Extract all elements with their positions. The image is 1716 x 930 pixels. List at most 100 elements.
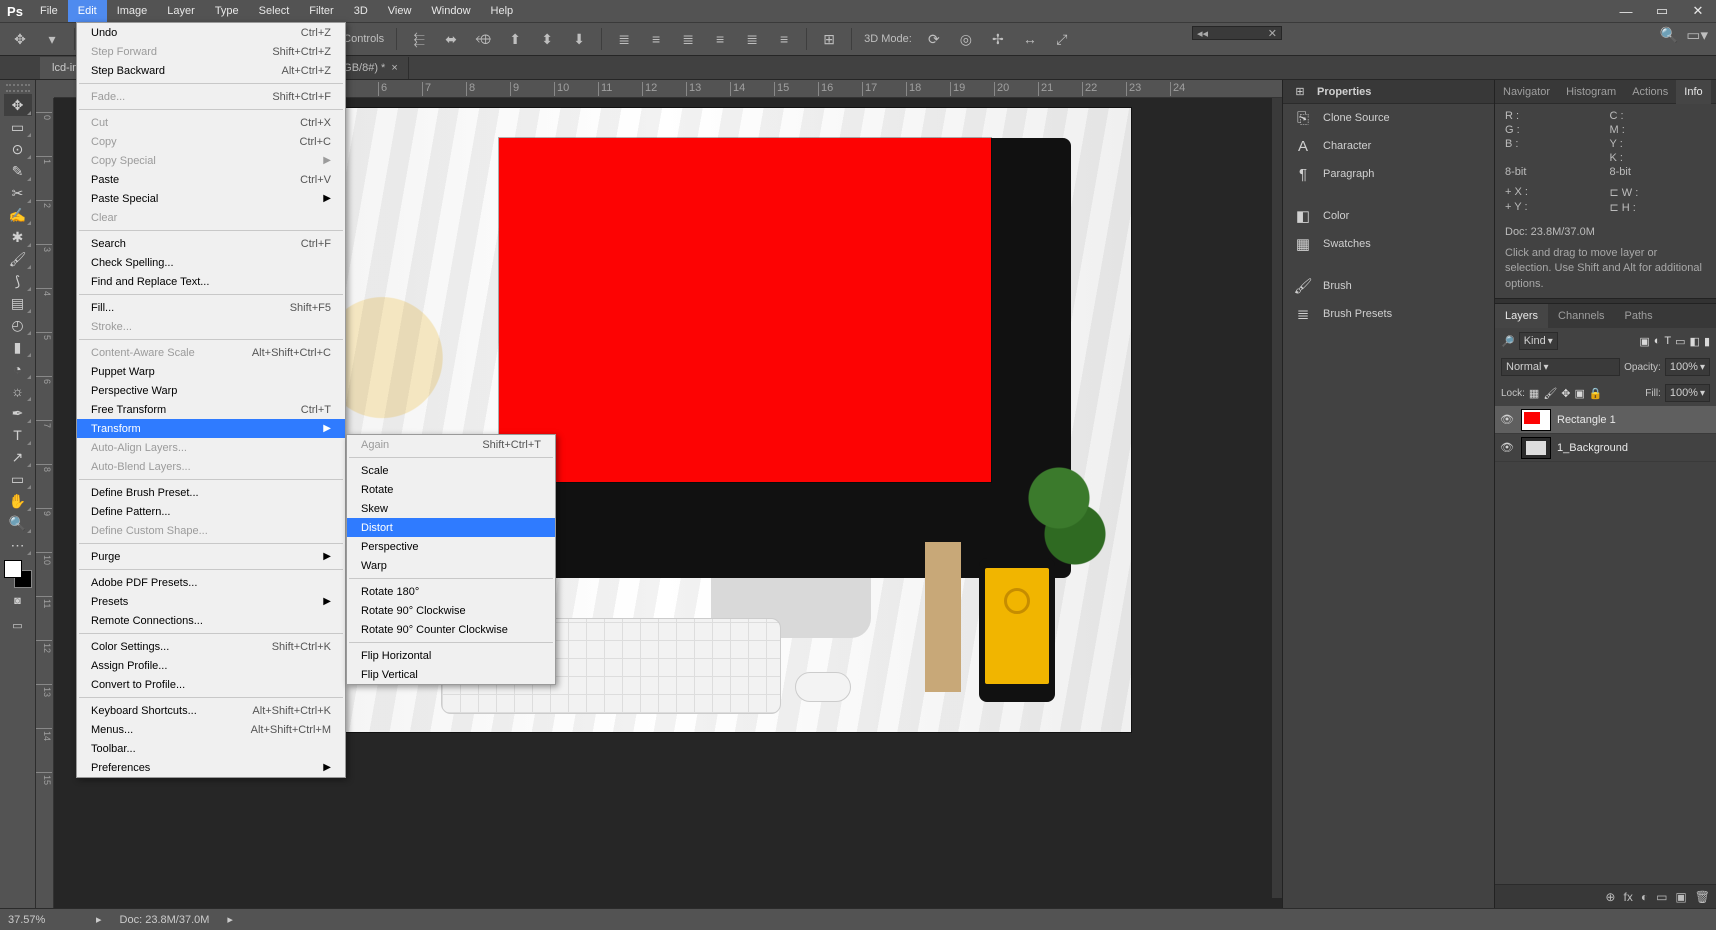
layer-footer-button[interactable]: 🗑 — [1695, 890, 1710, 904]
lock-transparency-icon[interactable]: ▦ — [1529, 387, 1539, 400]
screen-mode-icon[interactable]: ▭ — [4, 614, 32, 636]
align-right-icon[interactable]: ⬲ — [469, 27, 497, 51]
tool-type[interactable]: T — [4, 424, 32, 446]
menu-item-paste-special[interactable]: Paste Special▶ — [77, 189, 345, 208]
tab-layers[interactable]: Layers — [1495, 304, 1548, 328]
distribute-6-icon[interactable]: ≡ — [770, 27, 798, 51]
threed-roll-icon[interactable]: ◎ — [952, 27, 980, 51]
filter-adjust-icon[interactable]: ◐ — [1654, 335, 1661, 347]
menu-item-undo[interactable]: UndoCtrl+Z — [77, 23, 345, 42]
window-maximize[interactable]: ▭ — [1644, 0, 1680, 22]
ruler-corner[interactable] — [36, 80, 54, 98]
window-minimize[interactable]: — — [1608, 0, 1644, 22]
layer-footer-button[interactable]: ▣ — [1675, 890, 1686, 904]
tool-crop[interactable]: ✂ — [4, 182, 32, 204]
align-top-icon[interactable]: ⬆ — [501, 27, 529, 51]
menu-item-perspective-warp[interactable]: Perspective Warp — [77, 381, 345, 400]
distribute-1-icon[interactable]: ≣ — [610, 27, 638, 51]
menu-item-puppet-warp[interactable]: Puppet Warp — [77, 362, 345, 381]
current-tool-icon[interactable]: ✥ — [6, 27, 34, 51]
menu-layer[interactable]: Layer — [157, 0, 205, 22]
tool-marquee[interactable]: ▭ — [4, 116, 32, 138]
lock-artboard-icon[interactable]: ▣ — [1575, 387, 1585, 400]
filter-toggle-icon[interactable]: ▮ — [1704, 335, 1710, 348]
status-zoom[interactable]: 37.57% — [8, 914, 78, 926]
menu-edit[interactable]: Edit — [68, 0, 107, 22]
distribute-3-icon[interactable]: ≣ — [674, 27, 702, 51]
tool-hand[interactable]: ✋ — [4, 490, 32, 512]
menu-item-perspective[interactable]: Perspective — [347, 537, 555, 556]
menu-item-rotate-180[interactable]: Rotate 180° — [347, 582, 555, 601]
panel-color[interactable]: ◧Color — [1283, 202, 1494, 230]
menu-item-preferences[interactable]: Preferences▶ — [77, 758, 345, 777]
tool-preset-dropdown-icon[interactable]: ▾ — [38, 27, 66, 51]
tool-gradient[interactable]: ▮ — [4, 336, 32, 358]
threed-orbit-icon[interactable]: ⟳ — [920, 27, 948, 51]
menu-item-warp[interactable]: Warp — [347, 556, 555, 575]
menu-item-flip-horizontal[interactable]: Flip Horizontal — [347, 646, 555, 665]
menu-item-skew[interactable]: Skew — [347, 499, 555, 518]
menu-item-color-settings[interactable]: Color Settings...Shift+Ctrl+K — [77, 637, 345, 656]
canvas-vscrollbar[interactable] — [1272, 98, 1282, 898]
tab-histogram[interactable]: Histogram — [1558, 80, 1624, 104]
tool-move[interactable]: ✥ — [4, 94, 32, 116]
tool-eyedropper[interactable]: ✍ — [4, 204, 32, 226]
panel-swatches[interactable]: ▦Swatches — [1283, 230, 1494, 258]
filter-kind-icon[interactable]: 🔎 — [1501, 335, 1515, 348]
tool-dodge[interactable]: ☼ — [4, 380, 32, 402]
menu-item-paste[interactable]: PasteCtrl+V — [77, 170, 345, 189]
distribute-2-icon[interactable]: ≡ — [642, 27, 670, 51]
menu-item-adobe-pdf-presets[interactable]: Adobe PDF Presets... — [77, 573, 345, 592]
menu-item-assign-profile[interactable]: Assign Profile... — [77, 656, 345, 675]
tool-quick-select[interactable]: ✎ — [4, 160, 32, 182]
menu-select[interactable]: Select — [249, 0, 300, 22]
tool-brush[interactable]: 🖌 — [4, 248, 32, 270]
tab-actions[interactable]: Actions — [1624, 80, 1676, 104]
menu-item-find-and-replace-text[interactable]: Find and Replace Text... — [77, 272, 345, 291]
menu-item-define-brush-preset[interactable]: Define Brush Preset... — [77, 483, 345, 502]
layer-footer-button[interactable]: ◐ — [1641, 890, 1648, 904]
menu-item-free-transform[interactable]: Free TransformCtrl+T — [77, 400, 345, 419]
auto-align-icon[interactable]: ⊞ — [815, 27, 843, 51]
align-hcenter-icon[interactable]: ⬌ — [437, 27, 465, 51]
tab-paths[interactable]: Paths — [1615, 304, 1663, 328]
menu-item-transform[interactable]: Transform▶ — [77, 419, 345, 438]
threed-zoom-icon[interactable]: ⤢ — [1048, 27, 1076, 51]
menu-item-scale[interactable]: Scale — [347, 461, 555, 480]
menu-item-fill[interactable]: Fill...Shift+F5 — [77, 298, 345, 317]
layer-row[interactable]: 👁Rectangle 1 — [1495, 406, 1716, 434]
fill-value[interactable]: 100% ▾ — [1665, 384, 1710, 402]
layer-row[interactable]: 👁1_Background — [1495, 434, 1716, 462]
lock-all-icon[interactable]: 🔒 — [1589, 387, 1603, 400]
tool-path-sel[interactable]: ↗ — [4, 446, 32, 468]
layer-thumbnail[interactable] — [1521, 437, 1551, 459]
tool-spot-heal[interactable]: ✱ — [4, 226, 32, 248]
tab-channels[interactable]: Channels — [1548, 304, 1614, 328]
toolbox-grip[interactable] — [6, 84, 30, 92]
tool-shape[interactable]: ▭ — [4, 468, 32, 490]
status-doc-size[interactable]: Doc: 23.8M/37.0M — [120, 914, 210, 926]
tool-eraser[interactable]: ◴ — [4, 314, 32, 336]
panel-dock-grip[interactable]: ◂◂✕ — [1192, 26, 1282, 40]
align-left-icon[interactable]: ⬱ — [405, 27, 433, 51]
panel-clone-source[interactable]: ⎘Clone Source — [1283, 104, 1494, 132]
menu-item-rotate-90-clockwise[interactable]: Rotate 90° Clockwise — [347, 601, 555, 620]
filter-smart-icon[interactable]: ◧ — [1690, 335, 1700, 348]
menu-file[interactable]: File — [30, 0, 68, 22]
tab-info[interactable]: Info — [1676, 80, 1710, 104]
menu-item-rotate-90-counter-clockwise[interactable]: Rotate 90° Counter Clockwise — [347, 620, 555, 639]
rectangle-1-shape[interactable] — [499, 138, 991, 482]
tab-close-icon[interactable]: × — [391, 62, 397, 74]
layer-footer-button[interactable]: ⊕ — [1605, 890, 1615, 904]
filter-pixel-icon[interactable]: ▣ — [1639, 335, 1649, 348]
threed-slide-icon[interactable]: ↔ — [1016, 27, 1044, 51]
menu-item-flip-vertical[interactable]: Flip Vertical — [347, 665, 555, 684]
menu-item-check-spelling[interactable]: Check Spelling... — [77, 253, 345, 272]
tool-lasso[interactable]: ⊙ — [4, 138, 32, 160]
align-bottom-icon[interactable]: ⬇ — [565, 27, 593, 51]
layer-name[interactable]: Rectangle 1 — [1557, 414, 1616, 426]
filter-type-icon[interactable]: T — [1664, 335, 1671, 347]
menu-item-remote-connections[interactable]: Remote Connections... — [77, 611, 345, 630]
tool-clone[interactable]: ⟆ — [4, 270, 32, 292]
menu-item-distort[interactable]: Distort — [347, 518, 555, 537]
